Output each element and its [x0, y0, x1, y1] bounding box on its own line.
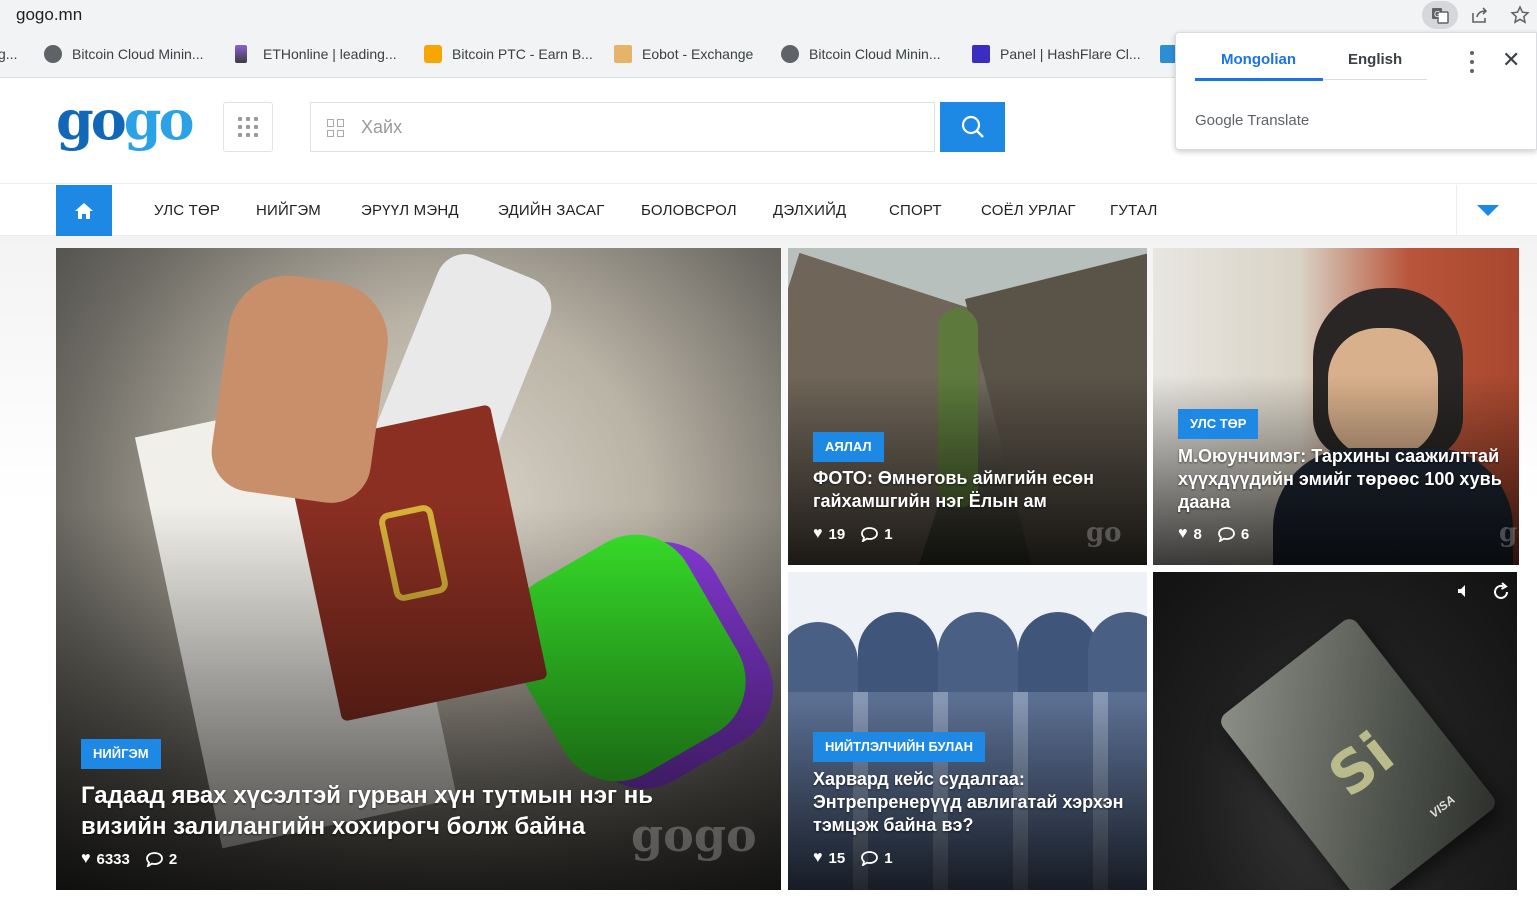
likes-count: 8	[1193, 525, 1202, 543]
heart-icon: ♥	[1178, 525, 1188, 542]
watermark: go	[1086, 518, 1122, 548]
bookmark-star-icon[interactable]	[1502, 1, 1537, 29]
heart-icon: ♥	[81, 850, 91, 867]
nav-item-soyol-urlag[interactable]: СОЁЛ УРЛАГ	[981, 202, 1076, 219]
hashflare-icon	[972, 45, 990, 63]
more-options-icon[interactable]	[1466, 49, 1478, 75]
replay-icon[interactable]	[1491, 582, 1513, 604]
translate-icon[interactable]: G	[1422, 1, 1458, 29]
article-title[interactable]: М.Оюунчимэг: Тархины саажилттай хүүхдүүд…	[1178, 445, 1508, 514]
nav-item-niigem[interactable]: НИЙГЭМ	[256, 202, 321, 219]
site-logo[interactable]: gogo	[56, 90, 195, 150]
nav-item-bolovsrol[interactable]: БОЛОВСРОЛ	[641, 202, 737, 219]
tab-divider	[1323, 79, 1427, 80]
heart-icon: ♥	[813, 525, 823, 542]
bookmark-item[interactable]: Bitcoin Cloud Minin...	[781, 44, 941, 64]
search-icon	[961, 115, 984, 138]
tab-mongolian[interactable]: Mongolian	[1221, 51, 1296, 68]
search-button[interactable]	[940, 102, 1005, 152]
grid-icon	[327, 119, 345, 137]
category-badge[interactable]: НИЙТЛЭЛЧИЙН БУЛАН	[813, 732, 986, 762]
comment-icon	[145, 851, 163, 867]
svg-text:G: G	[1434, 10, 1440, 19]
nav-item-sport[interactable]: СПОРТ	[889, 202, 942, 219]
watermark: g	[1499, 518, 1518, 548]
google-translate-brand: Google Translate	[1195, 112, 1310, 129]
search-box	[310, 102, 935, 152]
comments-count: 6	[1240, 525, 1250, 543]
card-text: Si	[1315, 718, 1407, 811]
article-stats: ♥ 6333 2	[81, 850, 177, 868]
apps-grid-button[interactable]	[223, 102, 273, 152]
mute-icon[interactable]	[1455, 582, 1477, 604]
bookmark-item[interactable]: Eobot - Exchange	[614, 44, 753, 64]
card-brand: VISA	[1426, 792, 1458, 821]
bookmark-item[interactable]: Panel | HashFlare Cl...	[972, 44, 1141, 64]
ad-video-card[interactable]: Si VISA	[1153, 572, 1517, 890]
active-tab-indicator	[1195, 78, 1323, 81]
likes-count: 6333	[96, 850, 130, 868]
close-icon[interactable]: ✕	[1502, 47, 1520, 73]
comments-count: 2	[168, 850, 178, 868]
address-url[interactable]: gogo.mn	[16, 5, 82, 25]
comment-icon	[861, 850, 879, 866]
article-stats: ♥ 19 1	[813, 525, 893, 543]
chevron-down-icon	[1476, 205, 1499, 216]
likes-count: 19	[828, 525, 846, 543]
heart-icon: ♥	[813, 849, 823, 866]
article-stats: ♥ 8 6	[1178, 525, 1249, 543]
nav-more-button[interactable]	[1456, 185, 1518, 236]
article-title[interactable]: Харвард кейс судалгаа: Энтрепренерүүд ав…	[813, 768, 1138, 837]
tab-english[interactable]: English	[1348, 51, 1402, 68]
nav-item-ediin-zasag[interactable]: ЭДИЙН ЗАСАГ	[498, 202, 605, 219]
home-icon	[75, 202, 93, 219]
comment-icon	[1217, 526, 1235, 542]
category-badge[interactable]: АЯЛАЛ	[813, 432, 884, 462]
article-card-yolyn-am[interactable]: go АЯЛАЛ ФОТО: Өмнөговь аймгийн есөн гай…	[788, 248, 1147, 565]
globe-icon	[781, 45, 799, 63]
bookmark-item[interactable]: Bitcoin PTC - Earn B...	[424, 44, 593, 64]
browser-address-bar: gogo.mn G	[0, 0, 1537, 30]
bookmark-item[interactable]: Bitcoin Cloud Minin...	[44, 44, 204, 64]
comments-count: 1	[884, 849, 893, 867]
bookmark-item[interactable]: g...	[0, 44, 17, 64]
likes-count: 15	[828, 849, 846, 867]
nav-item-uls-tur[interactable]: УЛС ТӨР	[154, 202, 220, 219]
nav-item-delkhiid[interactable]: ДЭЛХИЙД	[773, 202, 846, 219]
globe-icon	[44, 45, 62, 63]
home-button[interactable]	[56, 185, 112, 236]
translate-popup: Mongolian English ✕ Google Translate	[1175, 32, 1537, 150]
article-card-main[interactable]: gogo НИЙГЭМ Гадаад явах хүсэлтэй гурван …	[56, 248, 781, 890]
main-nav: УЛС ТӨР НИЙГЭМ ЭРҮҮЛ МЭНД ЭДИЙН ЗАСАГ БО…	[0, 183, 1537, 236]
search-input[interactable]	[361, 113, 921, 141]
category-badge[interactable]: УЛС ТӨР	[1178, 409, 1259, 439]
article-title[interactable]: Гадаад явах хүсэлтэй гурван хүн тутмын н…	[81, 780, 741, 842]
category-badge[interactable]: НИЙГЭМ	[81, 739, 161, 769]
comments-count: 1	[884, 525, 893, 543]
bitcoin-ptc-icon	[424, 45, 442, 63]
article-stats: ♥ 15 1	[813, 849, 893, 867]
share-icon[interactable]	[1462, 1, 1498, 29]
comment-icon	[861, 526, 879, 542]
nav-item-eruul-mend[interactable]: ЭРҮҮЛ МЭНД	[361, 202, 459, 219]
article-card-harvard[interactable]: НИЙТЛЭЛЧИЙН БУЛАН Харвард кейс судалгаа:…	[788, 572, 1147, 890]
bookmark-item[interactable]: ETHonline | leading...	[235, 44, 397, 64]
credit-card-image: Si VISA	[1217, 615, 1499, 890]
nav-item-gutal[interactable]: ГУТАЛ	[1110, 202, 1158, 219]
ethereum-icon	[235, 45, 247, 63]
eobot-icon	[614, 45, 632, 63]
article-card-oyunchimeg[interactable]: g УЛС ТӨР М.Оюунчимэг: Тархины саажилтта…	[1153, 248, 1519, 565]
article-title[interactable]: ФОТО: Өмнөговь аймгийн есөн гайхамшгийн …	[813, 467, 1133, 513]
